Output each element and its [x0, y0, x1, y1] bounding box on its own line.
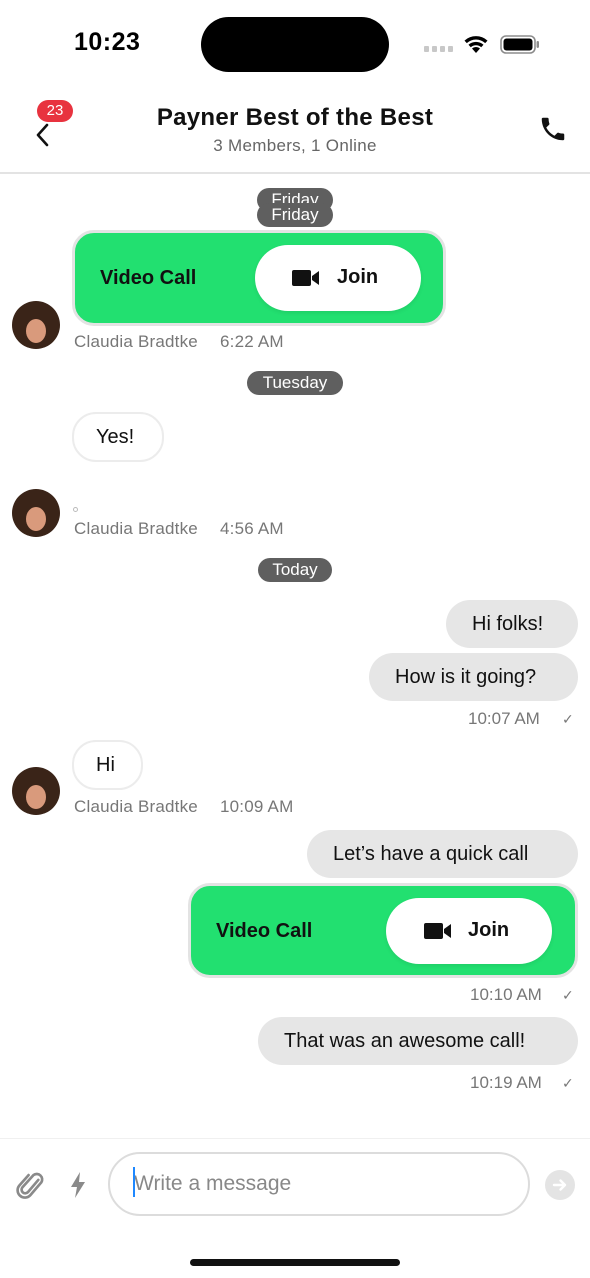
phone-call-button[interactable] [538, 114, 570, 146]
dynamic-island [201, 17, 389, 72]
delivered-check-icon: ✓ [562, 1075, 574, 1091]
join-call-button[interactable]: Join [386, 898, 552, 964]
video-call-label: Video Call [100, 267, 197, 289]
chat-header: 23 Payner Best of the Best 3 Members, 1 … [0, 90, 590, 174]
message-time: 6:22 AM [220, 332, 284, 351]
outgoing-message[interactable]: Let’s have a quick call [307, 830, 578, 878]
message-time: 10:07 AM [468, 709, 540, 728]
video-call-card: Video Call Join [72, 230, 446, 326]
status-bar: 10:23 [0, 0, 590, 90]
phone-icon [541, 117, 565, 141]
message-time: 4:56 AM [220, 519, 284, 538]
video-camera-icon [424, 923, 451, 939]
text-caret [133, 1167, 135, 1197]
lightning-bolt-icon[interactable] [68, 1171, 88, 1199]
message-sender: Claudia Bradtke [74, 797, 198, 816]
avatar[interactable] [12, 301, 60, 349]
outgoing-message[interactable]: That was an awesome call! [258, 1017, 578, 1065]
outgoing-message[interactable]: Hi folks! [446, 600, 578, 648]
video-call-label: Video Call [216, 920, 313, 942]
video-camera-icon [292, 270, 319, 286]
avatar[interactable] [12, 489, 60, 537]
join-label: Join [337, 266, 379, 288]
delivered-check-icon: ✓ [562, 987, 574, 1003]
outgoing-message[interactable]: How is it going? [369, 653, 578, 701]
message-time: 10:19 AM [470, 1073, 542, 1092]
delivered-check-icon: ✓ [562, 711, 574, 727]
incoming-message[interactable]: Yes! [72, 412, 164, 462]
message-input[interactable] [108, 1152, 530, 1216]
chat-title: Payner Best of the Best [156, 104, 434, 131]
send-button[interactable] [545, 1170, 575, 1200]
date-chip: Today [258, 558, 332, 582]
status-time: 10:23 [74, 28, 141, 56]
date-chip: Tuesday [247, 371, 343, 395]
incoming-message[interactable]: Hi [72, 740, 143, 790]
message-sender: Claudia Bradtke [74, 519, 198, 538]
video-call-card: Video Call Join [188, 883, 578, 978]
join-label: Join [468, 919, 510, 941]
wifi-icon [464, 36, 488, 53]
chat-subtitle: 3 Members, 1 Online [213, 136, 377, 155]
unread-badge: 23 [37, 100, 73, 122]
avatar[interactable] [12, 767, 60, 815]
message-time: 10:10 AM [470, 985, 542, 1004]
message-time: 10:09 AM [220, 797, 294, 816]
message-sender: Claudia Bradtke [74, 332, 198, 351]
arrow-right-icon [552, 1179, 567, 1191]
paperclip-icon[interactable] [16, 1169, 46, 1203]
join-call-button[interactable]: Join [255, 245, 421, 311]
battery-icon [500, 35, 539, 54]
date-chip: Friday [257, 203, 333, 227]
chevron-left-icon [36, 123, 49, 147]
cellular-signal-icon [424, 46, 454, 52]
message-composer [0, 1138, 590, 1228]
empty-message-dot [73, 507, 78, 512]
home-indicator [190, 1259, 400, 1266]
